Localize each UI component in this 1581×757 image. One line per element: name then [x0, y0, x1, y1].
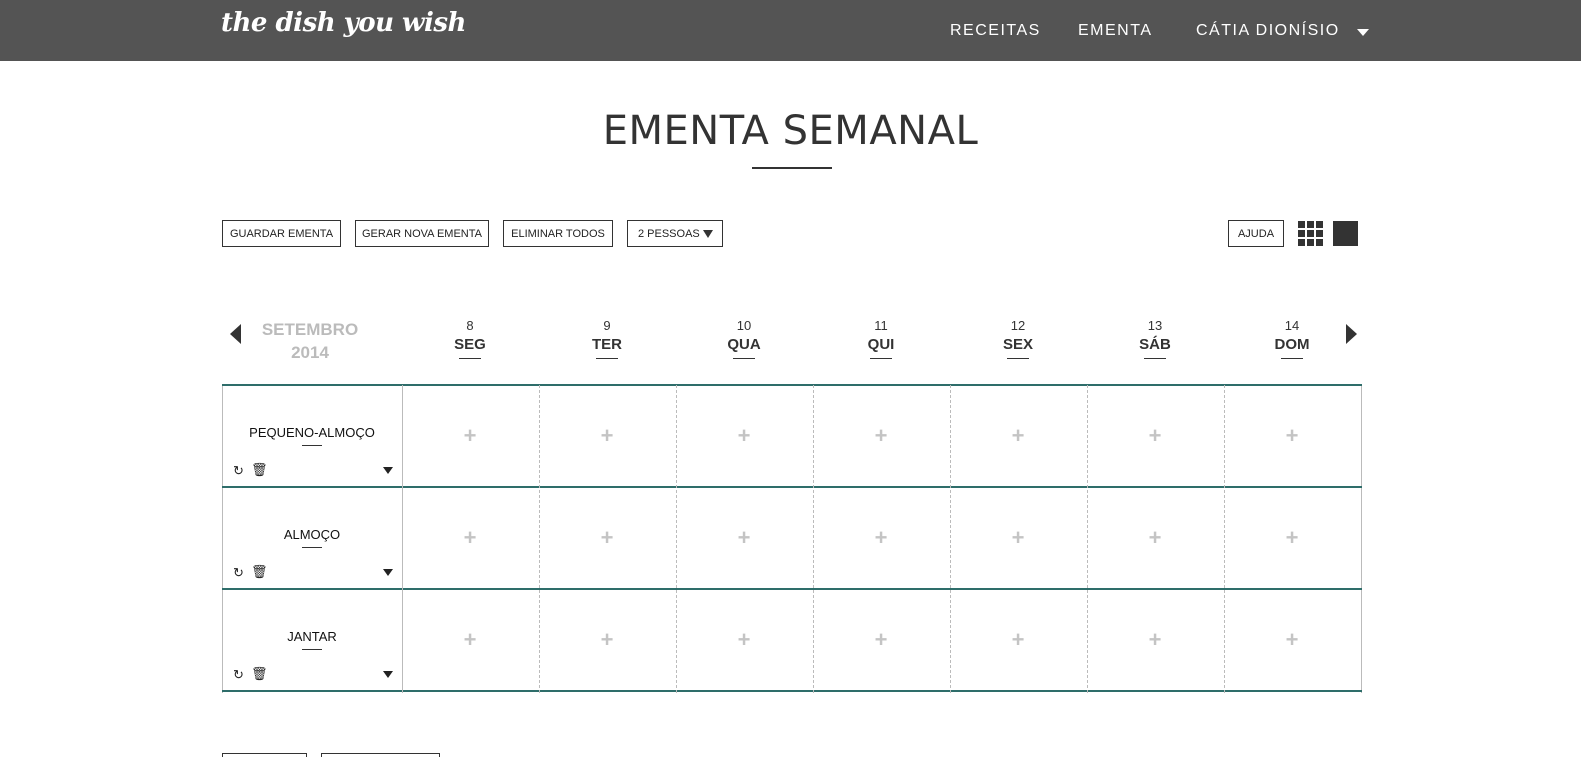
day-number: 14: [1284, 318, 1300, 333]
add-recipe-plus-icon[interactable]: +: [460, 527, 480, 549]
day-underline: [459, 358, 481, 359]
grid-view-icon[interactable]: [1298, 221, 1323, 246]
people-select-value: 2 PESSOAS: [638, 227, 700, 240]
day-header-qua: 10 QUA: [694, 318, 794, 359]
day-name: QUA: [727, 336, 761, 353]
add-recipe-plus-icon[interactable]: +: [734, 527, 754, 549]
single-view-icon[interactable]: [1333, 221, 1358, 246]
refresh-icon[interactable]: ↻: [233, 566, 244, 579]
row-divider: [222, 486, 1362, 488]
day-name: QUI: [867, 336, 895, 353]
day-number: 10: [736, 318, 752, 333]
add-recipe-plus-icon[interactable]: +: [597, 527, 617, 549]
day-column-divider: [813, 385, 814, 693]
add-recipe-plus-icon[interactable]: +: [734, 425, 754, 447]
day-number: 9: [603, 318, 611, 333]
top-navbar: the dish you wish RECEITAS EMENTA CÁTIA …: [0, 0, 1581, 61]
bottom-button[interactable]: [321, 753, 440, 757]
add-recipe-plus-icon[interactable]: +: [1145, 629, 1165, 651]
row-divider: [222, 384, 1362, 386]
day-header-sab: 13 SÁB: [1105, 318, 1205, 359]
add-recipe-plus-icon[interactable]: +: [871, 629, 891, 651]
meal-label-lunch: ALMOÇO: [283, 527, 341, 542]
day-name: DOM: [1274, 336, 1310, 353]
meal-underline: [302, 547, 322, 548]
day-number: 12: [1010, 318, 1026, 333]
day-header-dom: 14 DOM: [1242, 318, 1342, 359]
logo[interactable]: the dish you wish: [221, 8, 466, 38]
day-number: 13: [1147, 318, 1163, 333]
meal-label-dinner: JANTAR: [287, 629, 337, 644]
add-recipe-plus-icon[interactable]: +: [1282, 527, 1302, 549]
day-underline: [1144, 358, 1166, 359]
add-recipe-plus-icon[interactable]: +: [871, 527, 891, 549]
add-recipe-plus-icon[interactable]: +: [1282, 629, 1302, 651]
day-underline: [596, 358, 618, 359]
day-name: SÁB: [1139, 336, 1171, 353]
trash-icon[interactable]: 🗑: [251, 463, 268, 476]
refresh-icon[interactable]: ↻: [233, 464, 244, 477]
add-recipe-plus-icon[interactable]: +: [597, 425, 617, 447]
trash-icon[interactable]: 🗑: [251, 565, 268, 578]
day-header-ter: 9 TER: [557, 318, 657, 359]
day-name: SEG: [454, 336, 486, 353]
year-label: 2014: [291, 343, 329, 362]
add-recipe-plus-icon[interactable]: +: [1145, 425, 1165, 447]
meal-label-breakfast: PEQUENO-ALMOÇO: [249, 425, 375, 440]
day-underline: [733, 358, 755, 359]
day-header-sex: 12 SEX: [968, 318, 1068, 359]
chevron-down-icon[interactable]: [383, 671, 393, 678]
add-recipe-plus-icon[interactable]: +: [871, 425, 891, 447]
day-header-seg: 8 SEG: [420, 318, 520, 359]
add-recipe-plus-icon[interactable]: +: [460, 425, 480, 447]
day-column-divider: [950, 385, 951, 693]
page-title: EMENTA SEMANAL: [602, 108, 979, 154]
meal-underline: [302, 649, 322, 650]
trash-icon[interactable]: 🗑: [251, 667, 268, 680]
day-number: 8: [466, 318, 474, 333]
bottom-button[interactable]: [222, 753, 307, 757]
row-divider: [222, 588, 1362, 590]
add-recipe-plus-icon[interactable]: +: [734, 629, 754, 651]
add-recipe-plus-icon[interactable]: +: [1282, 425, 1302, 447]
day-underline: [1281, 358, 1303, 359]
chevron-down-icon[interactable]: [383, 467, 393, 474]
people-select[interactable]: 2 PESSOAS: [627, 220, 723, 247]
meal-column-divider: [402, 385, 403, 693]
day-underline: [870, 358, 892, 359]
chevron-down-icon: [703, 230, 713, 238]
meal-underline: [302, 445, 322, 446]
day-column-divider: [1087, 385, 1088, 693]
add-recipe-plus-icon[interactable]: +: [1008, 629, 1028, 651]
month-year-label: SETEMBRO 2014: [240, 318, 380, 364]
add-recipe-plus-icon[interactable]: +: [1008, 425, 1028, 447]
nav-user-menu[interactable]: CÁTIA DIONÍSIO: [1196, 22, 1340, 40]
add-recipe-plus-icon[interactable]: +: [460, 629, 480, 651]
add-recipe-plus-icon[interactable]: +: [1008, 527, 1028, 549]
day-name: SEX: [1002, 336, 1033, 353]
day-number: 11: [874, 318, 888, 333]
day-name: TER: [592, 336, 622, 353]
delete-all-button[interactable]: ELIMINAR TODOS: [503, 220, 613, 247]
row-divider: [222, 690, 1362, 692]
next-week-arrow-icon[interactable]: [1346, 324, 1357, 344]
chevron-down-icon[interactable]: [383, 569, 393, 576]
chevron-down-icon[interactable]: [1357, 29, 1369, 36]
add-recipe-plus-icon[interactable]: +: [597, 629, 617, 651]
refresh-icon[interactable]: ↻: [233, 668, 244, 681]
day-underline: [1007, 358, 1029, 359]
day-column-divider: [676, 385, 677, 693]
day-header-qui: 11 QUI: [831, 318, 931, 359]
title-underline: [752, 167, 832, 169]
help-button[interactable]: AJUDA: [1228, 220, 1284, 247]
add-recipe-plus-icon[interactable]: +: [1145, 527, 1165, 549]
month-label: SETEMBRO: [261, 320, 359, 339]
nav-ementa[interactable]: EMENTA: [1078, 22, 1152, 40]
day-column-divider: [1224, 385, 1225, 693]
generate-menu-button[interactable]: GERAR NOVA EMENTA: [355, 220, 489, 247]
save-menu-button[interactable]: GUARDAR EMENTA: [222, 220, 341, 247]
day-column-divider: [539, 385, 540, 693]
nav-receitas[interactable]: RECEITAS: [950, 22, 1041, 40]
